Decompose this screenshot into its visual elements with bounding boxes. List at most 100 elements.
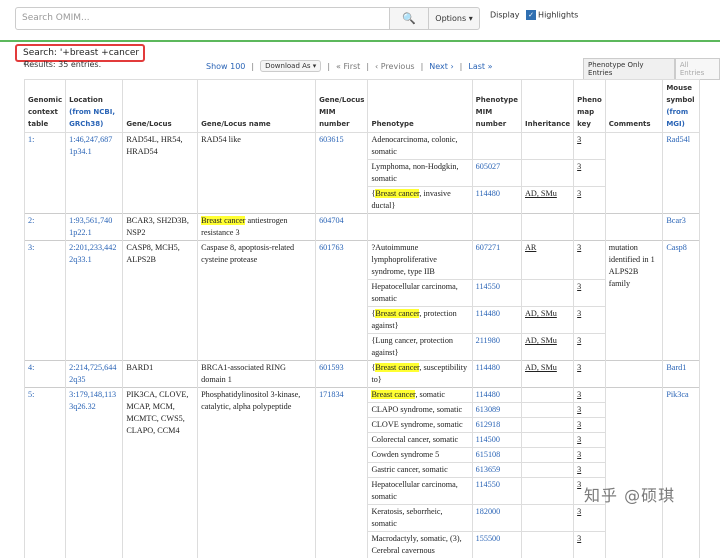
map-key-cell: 3 (574, 532, 606, 558)
comments-cell (605, 361, 663, 388)
inheritance-value: AD, SMu (525, 336, 557, 345)
mouse-symbol-link[interactable]: Casp8 (666, 243, 686, 252)
search-highlight: Breast cancer (375, 309, 419, 318)
next-link[interactable]: Next › (429, 62, 453, 71)
genomic-context-link[interactable]: 1: (28, 135, 34, 144)
first-link[interactable]: « First (336, 62, 360, 71)
mouse-symbol-link[interactable]: Bard1 (666, 363, 686, 372)
genomic-context-link[interactable]: 5: (28, 390, 34, 399)
search-input[interactable]: Search OMIM... (15, 7, 402, 30)
gene-mim-link[interactable]: 603615 (319, 135, 344, 144)
inheritance-cell (522, 418, 574, 433)
entry-filter-toggle: Phenotype Only Entries All Entries (583, 58, 720, 80)
genomic-context-link[interactable]: 3: (28, 243, 34, 252)
comments-cell (605, 133, 663, 214)
genomic-context-link[interactable]: 2: (28, 216, 34, 225)
location-link[interactable]: 1:93,561,740 (69, 216, 112, 225)
highlights-checkbox[interactable]: ✓ (526, 10, 536, 20)
phenotype-cell: {Breast cancer, invasive ductal} (368, 187, 472, 214)
pheno-mim-link[interactable]: 114480 (476, 390, 500, 399)
pheno-mim-cell: 114480 (472, 361, 521, 388)
pheno-mim-link[interactable]: 613659 (476, 465, 501, 474)
pheno-mim-link[interactable]: 605027 (476, 162, 501, 171)
col-phenotype: Phenotype (368, 80, 472, 133)
table-row: 1:1:46,247,6871p34.1RAD54L, HR54, HRAD54… (25, 133, 700, 160)
phenotype-cell: Hepatocellular carcinoma, somatic (368, 280, 472, 307)
genomic-context-link[interactable]: 4: (28, 363, 34, 372)
options-button[interactable]: Options ▾ (428, 7, 480, 30)
show-100-link[interactable]: Show 100 (206, 62, 245, 71)
display-controls: Display ✓Highlights (490, 10, 578, 20)
pheno-mim-link[interactable]: 114550 (476, 282, 500, 291)
pheno-mim-cell: 613659 (472, 463, 521, 478)
mim-cell: 171834 (316, 388, 368, 558)
all-entries-button[interactable]: All Entries (675, 58, 720, 80)
gene-mim-link[interactable]: 601593 (319, 363, 344, 372)
table-row: 2:1:93,561,7401p22.1BCAR3, SH2D3B, NSP2B… (25, 214, 700, 241)
pheno-mim-link[interactable]: 114480 (476, 309, 500, 318)
pheno-mim-cell: 607271 (472, 241, 521, 280)
location-link[interactable]: 2:214,725,644 (69, 363, 116, 372)
cytoband-link[interactable]: 1p22.1 (69, 228, 92, 237)
row-number: 5: (25, 388, 66, 558)
mouse-symbol-link[interactable]: Rad54l (666, 135, 690, 144)
map-key-value: 3 (577, 390, 581, 399)
pheno-mim-link[interactable]: 615108 (476, 450, 501, 459)
previous-link[interactable]: ‹ Previous (375, 62, 415, 71)
search-button[interactable]: 🔍 (389, 7, 429, 30)
gene-mim-link[interactable]: 604704 (319, 216, 344, 225)
pheno-mim-cell: 211980 (472, 334, 521, 361)
table-row: 4:2:214,725,6442q35BARD1BRCA1-associated… (25, 361, 700, 388)
mouse-cell: Pik3ca (663, 388, 700, 558)
pheno-mim-link[interactable]: 612918 (476, 420, 501, 429)
phenotype-cell: Keratosis, seborrheic, somatic (368, 505, 472, 532)
location-link[interactable]: 3:179,148,113 (69, 390, 116, 399)
cytoband-link[interactable]: 3q26.32 (69, 402, 96, 411)
pheno-mim-link[interactable]: 182000 (476, 507, 501, 516)
mouse-source[interactable]: (from MGI) (666, 108, 688, 128)
location-cell: 2:214,725,644 2q35 (66, 361, 123, 388)
search-highlight: Breast cancer (371, 390, 415, 399)
pheno-mim-link[interactable]: 114500 (476, 435, 500, 444)
cytoband-link[interactable]: 2q33.1 (69, 255, 92, 264)
gene-mim-link[interactable]: 601763 (319, 243, 344, 252)
pheno-mim-link[interactable]: 114480 (476, 189, 500, 198)
row-number: 3: (25, 241, 66, 361)
mouse-cell: Bard1 (663, 361, 700, 388)
inheritance-cell (522, 463, 574, 478)
map-key-value: 3 (577, 309, 581, 318)
pheno-mim-link[interactable]: 114550 (476, 480, 500, 489)
mim-cell: 601763 (316, 241, 368, 361)
pheno-mim-cell (472, 214, 521, 241)
map-key-cell: 3 (574, 388, 606, 403)
pheno-mim-link[interactable]: 211980 (476, 336, 500, 345)
location-cell: 1:93,561,740 1p22.1 (66, 214, 123, 241)
pager-sep: | (366, 62, 369, 71)
download-as-button[interactable]: Download As ▾ (260, 60, 321, 72)
pager-sep: | (327, 62, 330, 71)
mouse-symbol-link[interactable]: Pik3ca (666, 390, 688, 399)
cytoband-link[interactable]: 1p34.1 (69, 147, 92, 156)
phenotype-only-button[interactable]: Phenotype Only Entries (583, 58, 675, 80)
pager-sep: | (421, 62, 424, 71)
pager: Show 100 | Download As ▾ | « First | ‹ Prev… (206, 60, 492, 72)
mouse-symbol-link[interactable]: Bcar3 (666, 216, 686, 225)
location-link[interactable]: 1:46,247,687 (69, 135, 112, 144)
options-label: Options (435, 14, 466, 23)
map-key-value: 3 (577, 435, 581, 444)
pheno-mim-cell: 114500 (472, 433, 521, 448)
col-comments: Comments (605, 80, 663, 133)
map-key-cell: 3 (574, 505, 606, 532)
inheritance-cell: AR (522, 241, 574, 280)
last-link[interactable]: Last » (468, 62, 492, 71)
location-link[interactable]: 2:201,233,442 (69, 243, 116, 252)
pheno-mim-link[interactable]: 155500 (476, 534, 501, 543)
location-source[interactable]: (from NCBI, GRCh38) (69, 108, 115, 128)
map-key-value: 3 (577, 420, 581, 429)
pheno-mim-link[interactable]: 613089 (476, 405, 501, 414)
inheritance-value: AD, SMu (525, 309, 557, 318)
cytoband-link[interactable]: 2q35 (69, 375, 85, 384)
gene-mim-link[interactable]: 171834 (319, 390, 344, 399)
pheno-mim-link[interactable]: 607271 (476, 243, 501, 252)
pheno-mim-link[interactable]: 114480 (476, 363, 500, 372)
